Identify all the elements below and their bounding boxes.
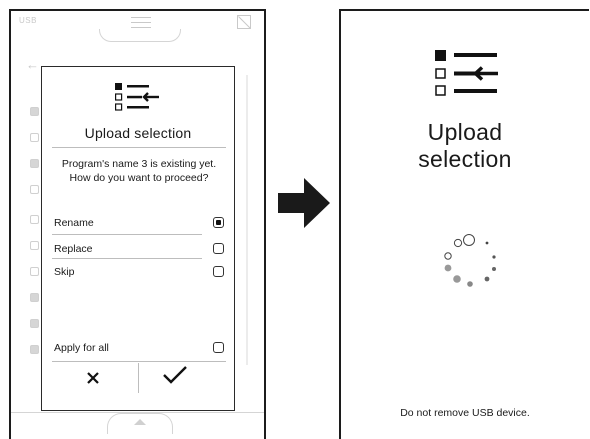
arrow-right-icon [278,178,330,228]
upload-list-icon [115,83,159,111]
dialog-title: Upload selection [84,125,192,141]
option-skip[interactable]: Skip [54,265,224,281]
bottom-pull-tab [107,413,173,434]
upload-list-icon [435,50,498,96]
divider [52,147,226,148]
dialog-message: Program's name 3 is existing yet. How do… [50,157,228,185]
background-checkbox [30,215,39,224]
option-rename[interactable]: Rename [54,216,224,232]
message-line: How do you want to proceed? [69,172,209,184]
option-replace[interactable]: Replace [54,242,224,258]
background-checkbox [30,293,39,302]
message-line: Program's name 3 is existing yet. [61,158,217,170]
background-checkbox [30,319,39,328]
button-divider [138,363,139,393]
check-icon [163,366,187,384]
apply-for-all-row[interactable]: Apply for all [54,341,224,357]
option-label: Skip [54,266,75,278]
option-label: Replace [54,243,93,255]
title-line: selection [418,146,512,172]
apply-for-all-checkbox[interactable] [213,342,224,353]
title-line: Upload [427,119,503,145]
background-scrollbar [246,75,248,365]
background-checkbox [30,241,39,250]
rename-radio[interactable] [213,217,224,228]
loading-spinner-icon [444,234,496,287]
option-label: Rename [54,217,94,229]
right-device-screen: Upload selection Do not remove USB devic… [339,9,589,439]
usb-label: USB [19,16,37,25]
upload-conflict-dialog: Upload selection Program's name 3 is exi… [41,66,235,411]
usb-disabled-icon [237,15,251,29]
background-checkbox [30,159,39,168]
background-checkbox [30,107,39,116]
skip-radio[interactable] [213,266,224,277]
back-arrow-icon: ← [26,57,39,72]
cancel-button[interactable] [86,367,100,389]
background-checkbox [30,133,39,142]
screen-title: Upload selection [341,119,589,173]
background-checkbox [30,345,39,354]
replace-radio[interactable] [213,243,224,254]
background-checkbox [30,267,39,276]
left-device-screen: USB ← Upload selection Program's name 3 … [9,9,266,439]
top-pull-tab [99,29,181,42]
divider [52,361,226,362]
divider [52,234,202,235]
footer-warning: Do not remove USB device. [400,407,530,419]
divider [52,258,202,259]
confirm-button[interactable] [162,365,188,390]
close-icon [87,372,99,384]
menu-icon [131,17,151,29]
background-checkbox [30,185,39,194]
apply-for-all-label: Apply for all [54,342,109,354]
